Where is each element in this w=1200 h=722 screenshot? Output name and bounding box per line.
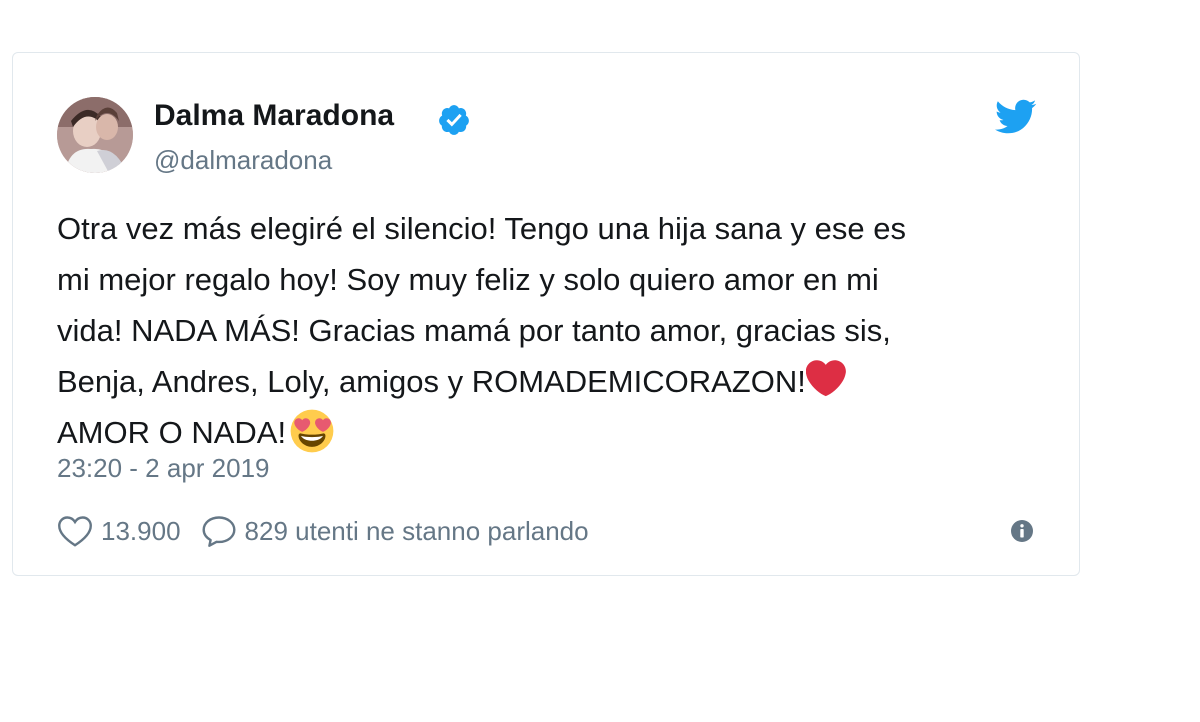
- red-heart-emoji-icon: [805, 360, 846, 397]
- twitter-bird-icon[interactable]: [995, 99, 1037, 135]
- tweet-actions: 13.900 829 utenti ne stanno parlando: [57, 511, 589, 551]
- tweet-text-line-with-heart: Benja, Andres, Loly, amigos y ROMADEMICO…: [57, 356, 1037, 407]
- tweet-timestamp[interactable]: 23:20 - 2 apr 2019: [57, 453, 270, 484]
- verified-badge-icon: [439, 105, 469, 135]
- display-name[interactable]: Dalma Maradona: [154, 99, 394, 133]
- tweet-text-line: Otra vez más elegiré el silencio! Tengo …: [57, 211, 906, 246]
- like-count: 13.900: [101, 515, 181, 546]
- tweet-text-line: mi mejor regalo hoy! Soy muy feliz y sol…: [57, 262, 879, 297]
- like-button[interactable]: 13.900: [57, 514, 181, 548]
- avatar[interactable]: [57, 97, 133, 173]
- heart-eyes-emoji-icon: [290, 409, 334, 453]
- tweet-text-line: Benja, Andres, Loly, amigos y ROMADEMICO…: [57, 364, 806, 399]
- heart-icon: [58, 516, 92, 547]
- speech-bubble-icon: [202, 516, 236, 547]
- tweet-text-line: AMOR O NADA!: [57, 415, 287, 450]
- info-icon[interactable]: [1010, 519, 1034, 543]
- avatar-photo-icon: [57, 97, 133, 173]
- tweet-card: Dalma Maradona @dalmaradona Otra vez más…: [12, 52, 1080, 576]
- conversation-count: 829 utenti ne stanno parlando: [244, 515, 589, 546]
- tweet-text-line-with-emoji: AMOR O NADA!: [57, 407, 1037, 458]
- tweet-text: Otra vez más elegiré el silencio! Tengo …: [57, 203, 1037, 458]
- reply-button[interactable]: 829 utenti ne stanno parlando: [201, 514, 589, 548]
- tweet-text-line: vida! NADA MÁS! Gracias mamá por tanto a…: [57, 313, 891, 348]
- user-handle[interactable]: @dalmaradona: [154, 145, 332, 176]
